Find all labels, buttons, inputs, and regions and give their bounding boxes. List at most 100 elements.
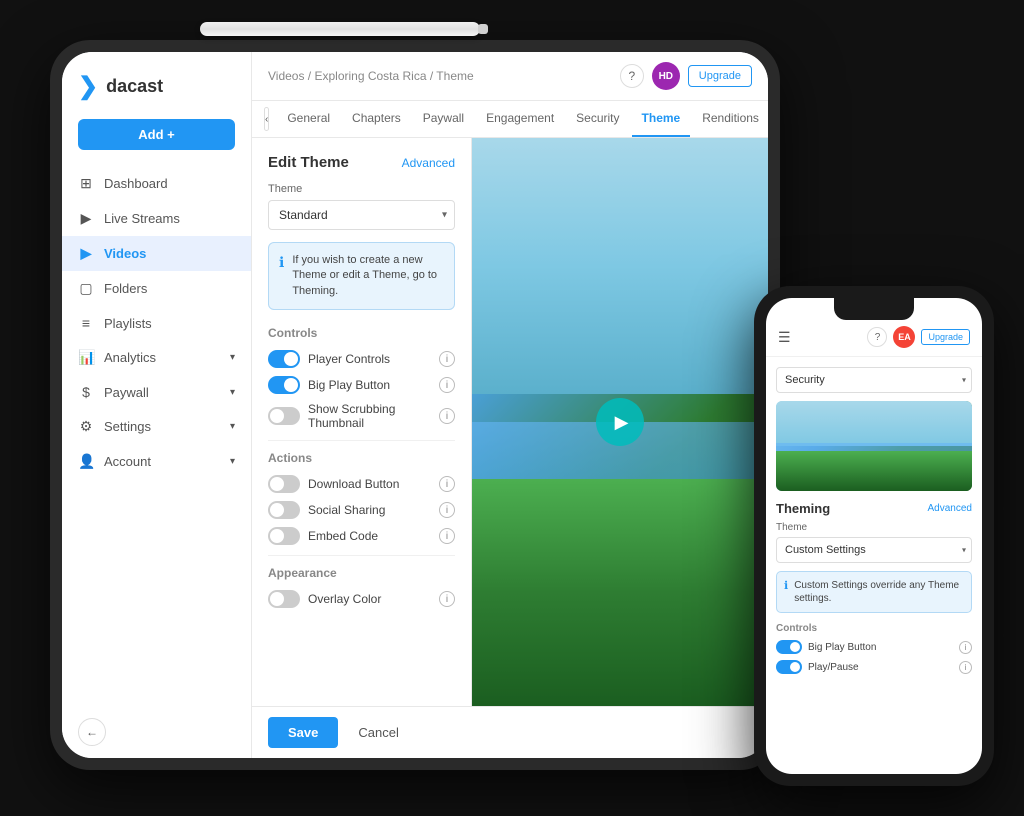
sidebar-item-analytics[interactable]: 📊 Analytics ▾	[62, 340, 251, 375]
big-play-label: Big Play Button	[308, 378, 431, 392]
phone-menu-icon[interactable]: ☰	[778, 329, 791, 346]
video-thumbnail: ▶	[472, 138, 768, 706]
scrubbing-info-btn[interactable]: i	[439, 408, 455, 424]
phone-big-play-label: Big Play Button	[808, 642, 953, 653]
sidebar-item-label: Dashboard	[104, 176, 168, 191]
sidebar-item-account[interactable]: 👤 Account ▾	[62, 444, 251, 479]
advanced-link[interactable]: Advanced	[402, 156, 455, 170]
tab-engagement[interactable]: Engagement	[476, 101, 564, 137]
back-arrow-icon: ←	[86, 725, 98, 739]
upgrade-button[interactable]: Upgrade	[688, 65, 752, 87]
big-play-info-btn[interactable]: i	[439, 377, 455, 393]
phone-select-arrow-icon: ▾	[962, 376, 966, 385]
sidebar-item-paywall[interactable]: $ Paywall ▾	[62, 375, 251, 409]
page-header: Videos / Exploring Costa Rica / Theme ? …	[252, 52, 768, 101]
sidebar-item-label: Account	[104, 454, 151, 469]
overlay-info-btn[interactable]: i	[439, 591, 455, 607]
video-sky	[472, 138, 768, 394]
sidebar-item-label: Analytics	[104, 350, 156, 365]
phone-video-land	[776, 451, 972, 492]
phone-security-select[interactable]: Security	[776, 367, 972, 393]
download-toggle[interactable]	[268, 475, 300, 493]
divider-1	[268, 440, 455, 441]
cancel-button[interactable]: Cancel	[346, 717, 410, 748]
phone-info-box: ℹ Custom Settings override any Theme set…	[776, 571, 972, 613]
edit-theme-panel: Edit Theme Advanced Theme Standard ▾	[252, 138, 472, 706]
sidebar-back-button[interactable]: ←	[78, 718, 106, 746]
phone-avatar: EA	[893, 326, 915, 348]
sidebar-item-videos[interactable]: ▶ Videos	[62, 236, 251, 271]
chevron-down-icon: ▾	[230, 421, 235, 432]
sidebar-item-label: Paywall	[104, 385, 149, 400]
panel-title: Edit Theme	[268, 154, 349, 171]
breadcrumb: Videos / Exploring Costa Rica / Theme	[268, 69, 474, 83]
embed-toggle[interactable]	[268, 527, 300, 545]
phone-theme-select-wrap: Custom Settings ▾	[776, 537, 972, 563]
social-info-btn[interactable]: i	[439, 502, 455, 518]
scene: ❯ dacast Add + ⊞ Dashboard ▶ Live Stream…	[0, 0, 1024, 816]
sidebar-item-playlists[interactable]: ≡ Playlists	[62, 306, 251, 340]
tab-general[interactable]: General	[277, 101, 340, 137]
live-streams-icon: ▶	[78, 210, 94, 227]
save-bar: Save Cancel	[252, 706, 768, 758]
phone-help-button[interactable]: ?	[867, 327, 887, 347]
paywall-icon: $	[78, 384, 94, 400]
download-info-btn[interactable]: i	[439, 476, 455, 492]
player-controls-toggle[interactable]	[268, 350, 300, 368]
save-button[interactable]: Save	[268, 717, 338, 748]
toggle-scrubbing: Show Scrubbing Thumbnail i	[268, 402, 455, 430]
tab-security[interactable]: Security	[566, 101, 629, 137]
player-controls-info-btn[interactable]: i	[439, 351, 455, 367]
phone-play-pause-toggle[interactable]	[776, 660, 802, 674]
sidebar-item-settings[interactable]: ⚙ Settings ▾	[62, 409, 251, 444]
tab-renditions[interactable]: Renditions	[692, 101, 768, 137]
phone-upgrade-button[interactable]: Upgrade	[921, 329, 970, 345]
tab-back-button[interactable]: ‹	[264, 107, 269, 131]
app-layout: ❯ dacast Add + ⊞ Dashboard ▶ Live Stream…	[62, 52, 768, 758]
play-icon: ▶	[615, 412, 629, 433]
tab-theme[interactable]: Theme	[632, 101, 691, 137]
embed-info-btn[interactable]: i	[439, 528, 455, 544]
scrubbing-toggle[interactable]	[268, 407, 300, 425]
main-content: Videos / Exploring Costa Rica / Theme ? …	[252, 52, 768, 758]
sidebar-item-livestreams[interactable]: ▶ Live Streams	[62, 201, 251, 236]
dacast-logo-text: dacast	[106, 76, 163, 97]
analytics-icon: 📊	[78, 349, 94, 366]
phone-theme-select[interactable]: Custom Settings	[776, 537, 972, 563]
phone-header-actions: ? EA Upgrade	[867, 326, 970, 348]
panel-title-row: Edit Theme Advanced	[268, 154, 455, 171]
header-actions: ? HD Upgrade	[620, 62, 752, 90]
tab-chapters[interactable]: Chapters	[342, 101, 411, 137]
help-button[interactable]: ?	[620, 64, 644, 88]
logo-area: ❯ dacast	[62, 52, 251, 111]
overlay-toggle[interactable]	[268, 590, 300, 608]
account-icon: 👤	[78, 453, 94, 470]
dashboard-icon: ⊞	[78, 175, 94, 192]
folders-icon: ▢	[78, 280, 94, 297]
sidebar-item-label: Folders	[104, 281, 147, 296]
sidebar-item-label: Playlists	[104, 316, 152, 331]
chevron-down-icon: ▾	[230, 352, 235, 363]
sidebar-item-label: Videos	[104, 246, 146, 261]
sidebar-item-label: Settings	[104, 419, 151, 434]
sidebar-item-folders[interactable]: ▢ Folders	[62, 271, 251, 306]
phone-advanced-link[interactable]: Advanced	[928, 503, 972, 514]
sidebar-item-dashboard[interactable]: ⊞ Dashboard	[62, 166, 251, 201]
info-box-text: If you wish to create a new Theme or edi…	[292, 253, 444, 299]
social-toggle[interactable]	[268, 501, 300, 519]
actions-section-title: Actions	[268, 451, 455, 465]
phone-device: ☰ ? EA Upgrade Security ▾	[754, 286, 994, 786]
embed-label: Embed Code	[308, 529, 431, 543]
tab-paywall[interactable]: Paywall	[413, 101, 474, 137]
phone-big-play-toggle[interactable]	[776, 640, 802, 654]
video-play-button[interactable]: ▶	[596, 398, 644, 446]
appearance-section-title: Appearance	[268, 566, 455, 580]
phone-content: Security ▾ Theming Advanced Theme	[766, 357, 982, 774]
theme-field-label: Theme	[268, 183, 455, 195]
big-play-toggle[interactable]	[268, 376, 300, 394]
add-button[interactable]: Add +	[78, 119, 235, 150]
phone-big-play-info-btn[interactable]: i	[959, 641, 972, 654]
phone-play-pause-info-btn[interactable]: i	[959, 661, 972, 674]
info-icon: ℹ	[279, 254, 284, 299]
theme-select[interactable]: Standard	[268, 200, 455, 230]
